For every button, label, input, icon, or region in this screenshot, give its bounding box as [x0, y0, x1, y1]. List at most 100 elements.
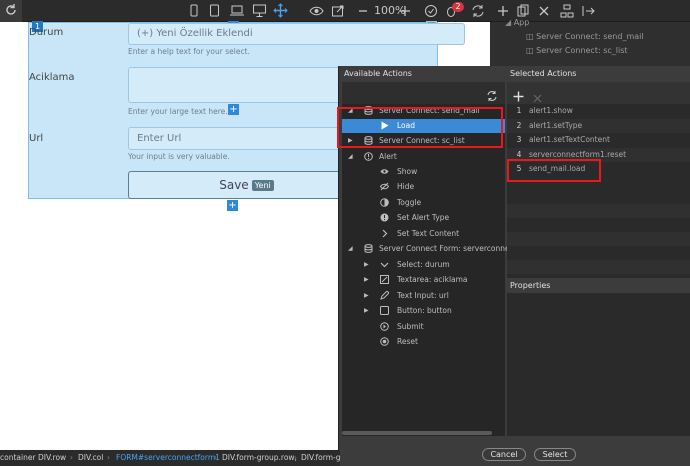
selected-toolbar [507, 82, 690, 104]
selected-action-number: 1 [516, 106, 522, 115]
action-tree-label: Submit [397, 322, 424, 331]
database-icon [364, 244, 373, 253]
action-tree-label: Button: button [397, 306, 452, 315]
action-tree-item[interactable]: Toggle [342, 196, 505, 210]
action-tree-item[interactable]: ▶ Button: button [342, 304, 505, 318]
check-icon[interactable] [424, 3, 438, 19]
collapse-twisty-icon[interactable]: ▶ [364, 289, 369, 303]
collapse-twisty-icon[interactable]: ▶ [364, 258, 369, 272]
properties-title: Properties [507, 278, 690, 293]
help-aciklama: Enter your large text here. [128, 107, 228, 116]
breadcrumb-separator: › [70, 453, 73, 462]
save-button-label: Save [219, 178, 249, 192]
textarea-icon [380, 275, 389, 284]
action-tree-item[interactable]: Hide [342, 180, 505, 194]
preview-eye-icon[interactable] [309, 3, 324, 19]
share-icon[interactable] [331, 3, 345, 19]
selected-actions-title: Selected Actions [510, 69, 577, 78]
app-item-sc-list[interactable]: ◫ Server Connect: sc_list [526, 46, 628, 55]
action-tree-label: Set Text Content [397, 229, 460, 238]
action-tree-item[interactable]: Show [342, 165, 505, 179]
action-tree-item[interactable]: Set Text Content [342, 227, 505, 241]
breadcrumb-separator: › [107, 453, 110, 462]
action-tree-item[interactable]: ▶ Text Input: url [342, 289, 505, 303]
chevron-down-icon [380, 260, 389, 269]
action-tree-label: Alert [379, 152, 397, 161]
selected-action-label: alert1.setTextContent [529, 135, 610, 144]
available-actions-title: Available Actions [344, 69, 412, 78]
collapse-twisty-icon[interactable]: ▶ [364, 273, 369, 287]
desktop-view-icon[interactable] [252, 3, 267, 19]
action-tree-item[interactable]: Reset [342, 335, 505, 349]
action-tree-label: Toggle [397, 198, 422, 207]
action-tree-item[interactable]: ◢ Server Connect Form: serverconnectform1 [342, 242, 539, 256]
pencil-icon [380, 290, 390, 300]
delete-x-icon[interactable] [538, 3, 550, 19]
reset-icon [380, 337, 389, 346]
zoom-out-icon[interactable] [358, 3, 368, 19]
breadcrumb-item-active[interactable]: FORM#serverconnectform1 [116, 450, 220, 466]
submit-icon [380, 322, 389, 331]
zoom-in-icon[interactable] [399, 3, 411, 19]
selected-action-row[interactable]: 1 alert1.show [507, 104, 690, 118]
breadcrumb-item[interactable]: DIV.col [78, 450, 103, 466]
select-durum[interactable]: (+) Yeni Özellik Eklendi [128, 23, 465, 45]
collapse-twisty-icon[interactable]: ▶ [364, 304, 369, 318]
add-between-icon[interactable]: + [228, 104, 239, 115]
eye-slash-icon [379, 182, 390, 191]
dialog-footer: Cancel Select [339, 431, 690, 466]
mobile-view-icon[interactable] [189, 3, 199, 19]
action-tree-item[interactable]: Set Alert Type [342, 211, 505, 225]
database-icon: ◫ [526, 32, 534, 41]
tablet-view-icon[interactable] [209, 3, 220, 19]
available-toolbar [342, 82, 505, 104]
action-tree-label: Textarea: aciklama [397, 275, 468, 284]
save-button[interactable]: Save Yeni [128, 171, 365, 199]
label-durum: Durum [29, 27, 64, 38]
add-icon[interactable] [497, 3, 509, 19]
structure-icon[interactable] [560, 3, 574, 19]
input-url-placeholder: Enter Url [137, 133, 182, 144]
breadcrumb: container › DIV.row › DIV.col › FORM#ser… [0, 450, 340, 466]
breadcrumb-separator: › [30, 453, 33, 462]
breadcrumb-item[interactable]: DIV.form-g [301, 450, 340, 466]
breadcrumb-item[interactable]: DIV.form-group.row, [222, 450, 297, 466]
horizontal-scrollbar[interactable] [342, 431, 492, 435]
label-url: Url [29, 133, 44, 144]
action-tree-item[interactable]: ▶ Select: durum [342, 258, 505, 272]
database-icon: ◫ [526, 46, 534, 55]
breadcrumb-item[interactable]: DIV.row [38, 450, 66, 466]
action-tree-item[interactable]: ◢ Alert [342, 150, 505, 164]
expand-twisty-icon[interactable]: ◢ [348, 150, 353, 164]
refresh-icon[interactable] [4, 3, 18, 19]
action-tree-label: Select: durum [397, 260, 450, 269]
notification-badge: 2 [452, 2, 464, 12]
select-button[interactable]: Select [534, 448, 576, 461]
add-below-icon[interactable]: + [227, 200, 238, 211]
highlight-send-mail-load [337, 107, 503, 148]
duplicate-icon[interactable] [517, 3, 529, 19]
square-icon [380, 306, 389, 315]
app-item-send-mail[interactable]: ◫ Server Connect: send_mail [526, 32, 644, 41]
app-root-item[interactable]: ◢ App [505, 18, 529, 27]
selected-action-row[interactable]: 3 alert1.setTextContent [507, 133, 690, 147]
selected-action-row[interactable]: 2 alert1.setType [507, 118, 690, 133]
breadcrumb-separator: › [294, 453, 297, 462]
action-tree-item[interactable]: ▶ Textarea: aciklama [342, 273, 505, 287]
breadcrumb-separator: › [214, 453, 217, 462]
move-icon[interactable] [273, 3, 288, 19]
action-tree-item[interactable]: Submit [342, 320, 505, 334]
action-tree-label: Show [397, 167, 418, 176]
zoom-level: 100% [374, 4, 406, 17]
selected-action-number: 3 [516, 135, 522, 144]
export-icon[interactable] [582, 3, 595, 19]
laptop-view-icon[interactable] [229, 3, 245, 19]
actions-dialog: Available Actions Selected Actions ◢ Serv… [337, 66, 690, 466]
save-button-badge: Yeni [251, 180, 274, 191]
cancel-button[interactable]: Cancel [482, 448, 526, 461]
sync-icon[interactable] [471, 3, 485, 19]
expand-twisty-icon[interactable]: ◢ [348, 242, 353, 256]
action-tree-label: Text Input: url [397, 291, 449, 300]
selected-action-label: alert1.setType [529, 120, 583, 130]
action-tree-label: Hide [397, 182, 415, 191]
